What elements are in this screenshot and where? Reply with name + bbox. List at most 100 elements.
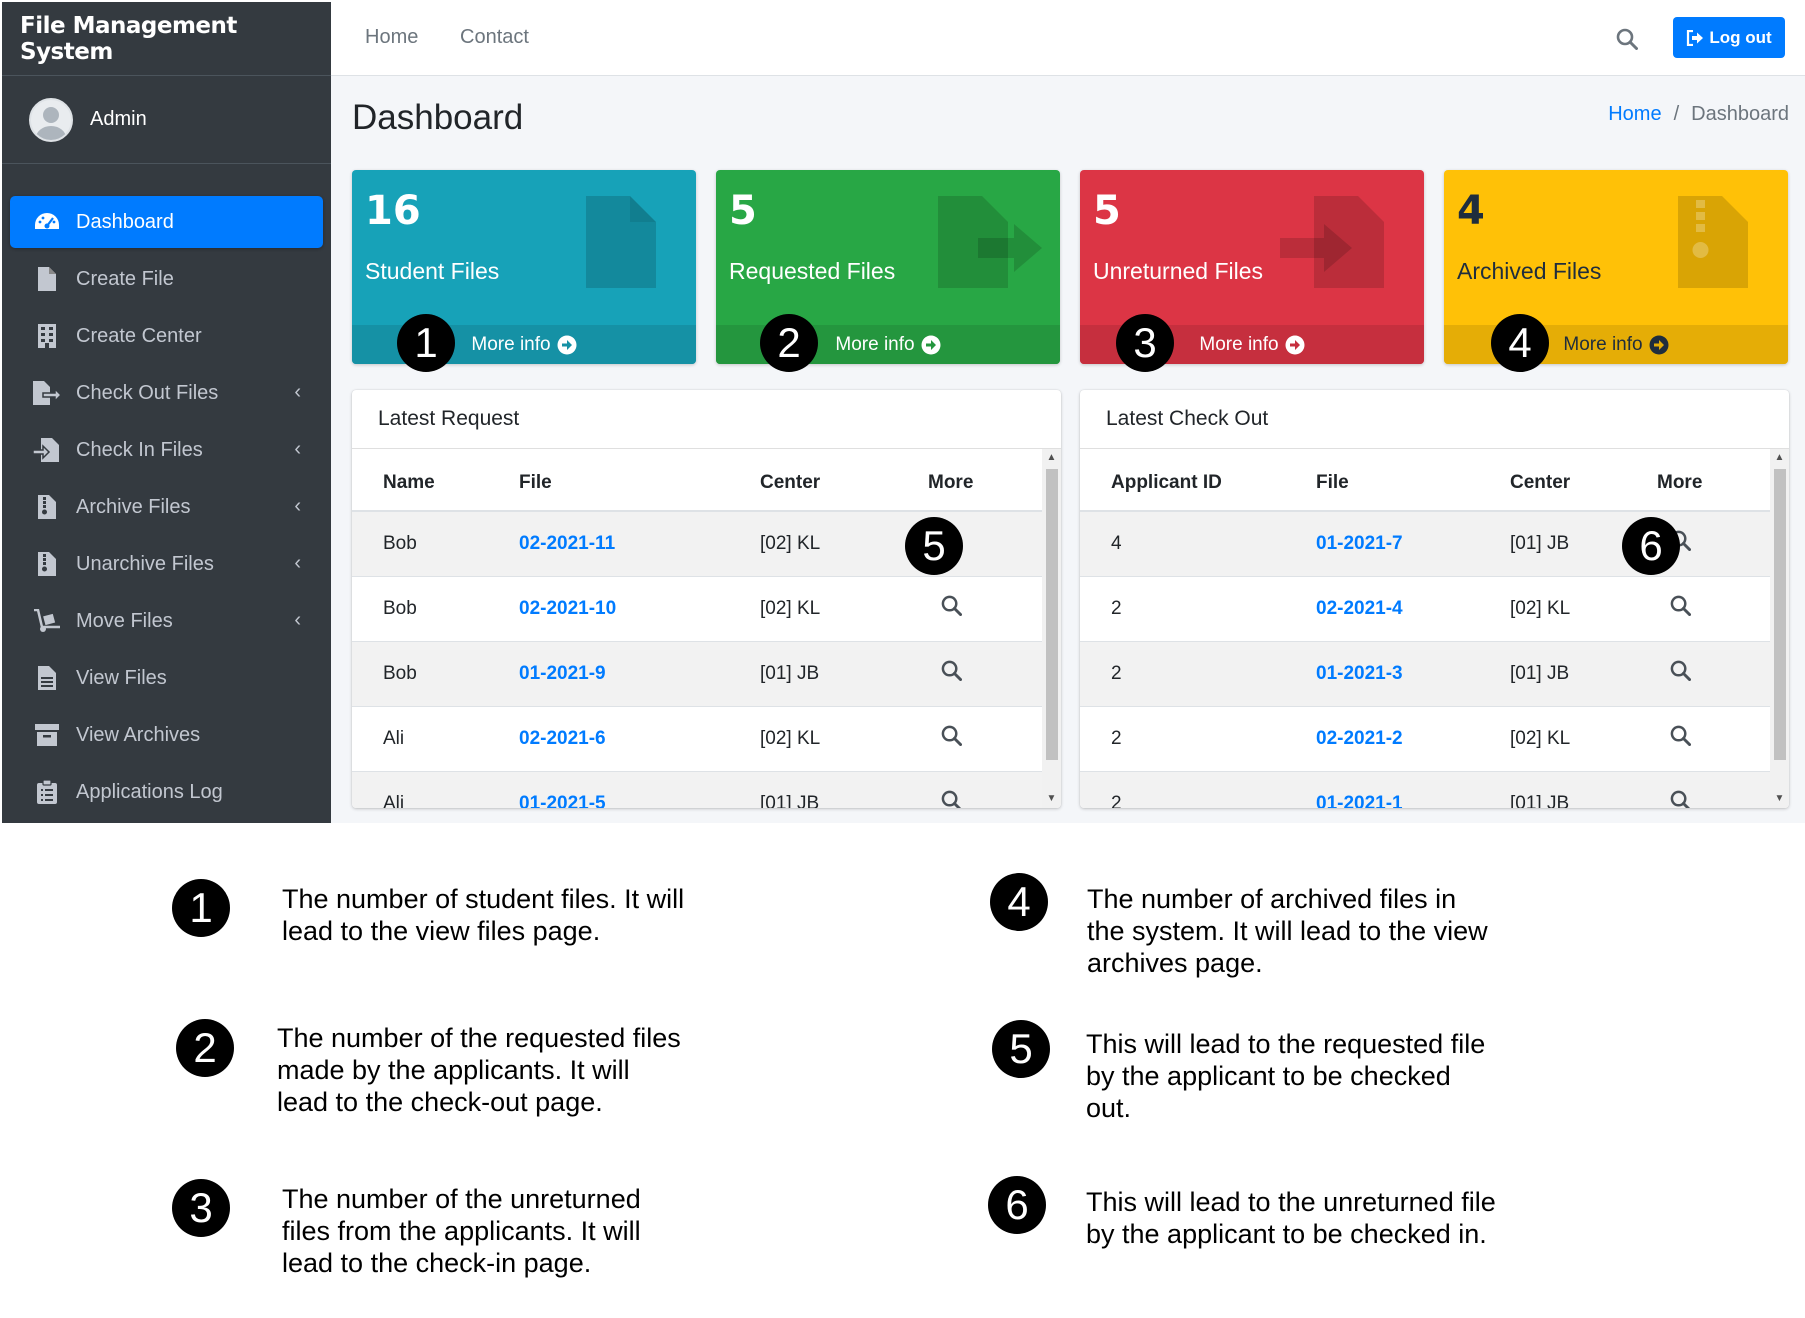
stat-count: 4 — [1457, 188, 1485, 234]
sidebar-item-create-center[interactable]: Create Center — [10, 310, 323, 362]
search-icon[interactable] — [941, 595, 962, 622]
scroll-up-arrow-icon[interactable]: ▲ — [1770, 449, 1789, 467]
legend-line: files from the applicants. It will — [282, 1216, 641, 1246]
scroll-down-arrow-icon[interactable]: ▼ — [1042, 790, 1061, 808]
cell-center: [01] JB — [1510, 770, 1657, 808]
search-icon[interactable] — [941, 790, 962, 808]
sidebar-item-view-archives[interactable]: View Archives — [10, 709, 323, 761]
file-import-icon — [32, 436, 62, 464]
scroll-thumb[interactable] — [1774, 469, 1786, 760]
sidebar-item-dashboard[interactable]: Dashboard — [10, 196, 323, 248]
scrollbar[interactable]: ▲ ▼ — [1770, 449, 1789, 808]
cell-file-link[interactable]: 02-2021-2 — [1316, 705, 1510, 771]
sidebar-item-applications-log[interactable]: Applications Log — [10, 766, 323, 818]
legend-line: The number of the unreturned — [282, 1184, 641, 1214]
nav-link-home[interactable]: Home — [365, 26, 418, 49]
clipboard-list-icon — [32, 778, 62, 806]
scroll-down-arrow-icon[interactable]: ▼ — [1770, 790, 1789, 808]
legend-line: made by the applicants. It will — [277, 1055, 630, 1085]
scroll-up-arrow-icon[interactable]: ▲ — [1042, 449, 1061, 467]
scrollbar[interactable]: ▲ ▼ — [1042, 449, 1061, 808]
search-icon[interactable] — [1670, 660, 1691, 687]
sidebar-item-unarchive-files[interactable]: Unarchive Files ‹ — [10, 538, 323, 590]
chevron-left-icon: ‹ — [294, 381, 301, 403]
legend-text-3: The number of the unreturned files from … — [282, 1183, 641, 1279]
cell-center: [02] KL — [760, 510, 928, 576]
search-icon[interactable] — [941, 725, 962, 752]
cell-more — [1657, 640, 1770, 706]
legend-line: lead to the view files page. — [282, 916, 601, 946]
sidebar-item-archive-files[interactable]: Archive Files ‹ — [10, 481, 323, 533]
cell-file-link[interactable]: 02-2021-11 — [519, 510, 760, 576]
legend-line: lead to the check-in page. — [282, 1248, 592, 1278]
search-icon — [1616, 28, 1638, 50]
scroll-thumb[interactable] — [1046, 469, 1058, 760]
table-row: 2 02-2021-2 [02] KL — [1080, 705, 1770, 771]
sidebar-item-label: Applications Log — [76, 780, 223, 803]
cell-center: [02] KL — [760, 575, 928, 641]
callout-marker-1: 1 — [397, 314, 455, 372]
cell-center: [02] KL — [1510, 575, 1657, 641]
latest-checkout-table-wrapper: Applicant ID File Center More 4 01-2021-… — [1080, 449, 1770, 808]
chevron-left-icon: ‹ — [294, 609, 301, 631]
sidebar-item-create-file[interactable]: Create File — [10, 253, 323, 305]
sidebar-item-check-in-files[interactable]: Check In Files ‹ — [10, 424, 323, 476]
sidebar-item-label: Check Out Files — [76, 381, 219, 404]
card-title: Latest Check Out — [1080, 390, 1789, 449]
cell-file-link[interactable]: 02-2021-4 — [1316, 575, 1510, 641]
more-info-label: More info — [471, 333, 551, 355]
stat-label: Unreturned Files — [1093, 258, 1264, 284]
arrow-circle-right-icon — [1285, 335, 1305, 354]
user-panel[interactable]: Admin — [2, 76, 331, 164]
cell-name: Bob — [352, 640, 519, 706]
nav-link-contact[interactable]: Contact — [460, 26, 529, 49]
cell-file-link[interactable]: 01-2021-3 — [1316, 640, 1510, 706]
card-latest-request: Latest Request Name File Center More Bob… — [352, 390, 1061, 808]
sidebar-item-view-files[interactable]: View Files — [10, 652, 323, 704]
legend-line: This will lead to the unreturned file — [1086, 1187, 1496, 1217]
cell-file-link[interactable]: 01-2021-5 — [519, 770, 760, 808]
page-title: Dashboard — [352, 98, 524, 137]
sidebar-item-label: Create Center — [76, 324, 202, 347]
stat-count: 16 — [365, 188, 421, 234]
logout-button[interactable]: Log out — [1673, 17, 1785, 58]
stat-label: Student Files — [365, 258, 500, 284]
cell-applicant-id: 2 — [1080, 640, 1316, 706]
table-row: Ali 01-2021-5 [01] JB — [352, 770, 1042, 808]
column-header-center: Center — [1510, 449, 1657, 512]
avatar — [29, 97, 73, 142]
cell-file-link[interactable]: 01-2021-1 — [1316, 770, 1510, 808]
search-icon[interactable] — [1670, 790, 1691, 808]
cell-file-link[interactable]: 02-2021-10 — [519, 575, 760, 641]
cell-more — [928, 640, 1042, 706]
breadcrumb-separator: / — [1673, 103, 1680, 125]
latest-request-table-wrapper: Name File Center More Bob 02-2021-11 [02… — [352, 449, 1042, 808]
search-button[interactable] — [1610, 22, 1644, 56]
stat-count: 5 — [729, 188, 757, 234]
table-row: 2 02-2021-4 [02] KL — [1080, 575, 1770, 641]
more-info-label: More info — [1563, 333, 1643, 355]
search-icon[interactable] — [1670, 595, 1691, 622]
legend-line: lead to the check-out page. — [277, 1087, 603, 1117]
callout-marker-2: 2 — [760, 314, 818, 372]
table-row: Bob 01-2021-9 [01] JB — [352, 640, 1042, 706]
sidebar-item-move-files[interactable]: Move Files ‹ — [10, 595, 323, 647]
chevron-left-icon: ‹ — [294, 495, 301, 517]
building-icon — [32, 322, 62, 350]
cell-file-link[interactable]: 01-2021-7 — [1316, 510, 1510, 576]
sidebar-item-check-out-files[interactable]: Check Out Files ‹ — [10, 367, 323, 419]
cell-file-link[interactable]: 02-2021-6 — [519, 705, 760, 771]
card-title: Latest Request — [352, 390, 1061, 449]
cell-file-link[interactable]: 01-2021-9 — [519, 640, 760, 706]
breadcrumb-home[interactable]: Home — [1608, 103, 1661, 126]
cell-applicant-id: 2 — [1080, 705, 1316, 771]
column-header-center: Center — [760, 449, 928, 512]
legend-line: by the applicant to be checked in. — [1086, 1219, 1487, 1249]
stat-label: Requested Files — [729, 258, 896, 284]
chevron-left-icon: ‹ — [294, 438, 301, 460]
brand-link[interactable]: File Management System — [2, 2, 331, 76]
column-header-applicant-id: Applicant ID — [1080, 449, 1316, 512]
search-icon[interactable] — [1670, 725, 1691, 752]
top-navbar: Home Contact Log out — [331, 2, 1805, 76]
search-icon[interactable] — [941, 660, 962, 687]
